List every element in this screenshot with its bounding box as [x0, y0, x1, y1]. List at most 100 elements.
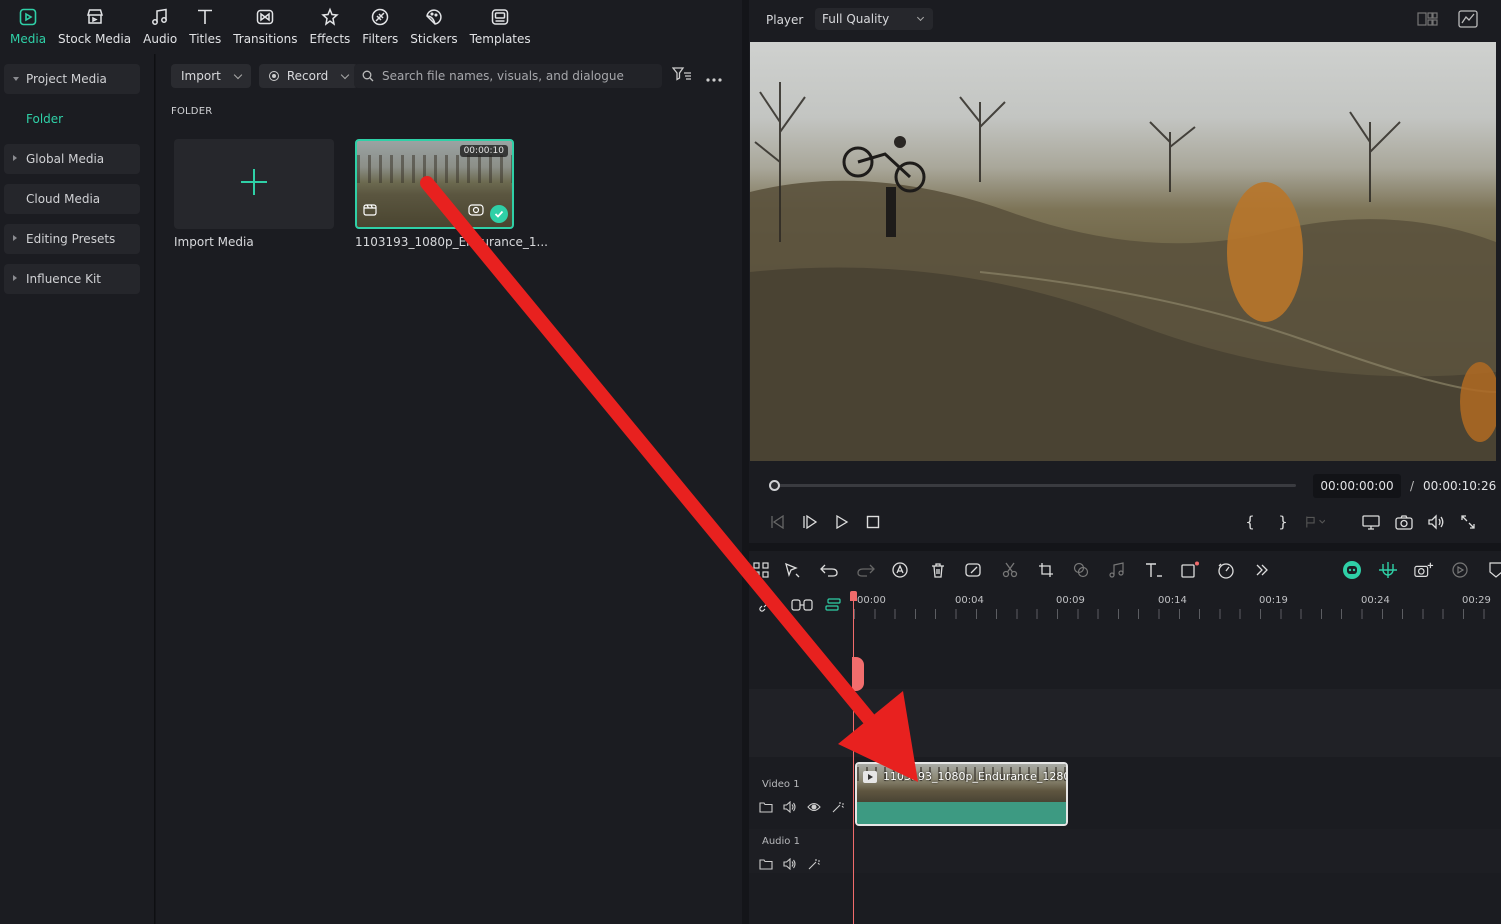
- stop-icon[interactable]: [863, 512, 883, 532]
- video-preview[interactable]: [750, 42, 1496, 461]
- playback-scrubber[interactable]: [769, 480, 1296, 491]
- tab-media[interactable]: Media: [4, 0, 52, 46]
- undo-icon[interactable]: [819, 560, 839, 580]
- play-icon[interactable]: [832, 512, 852, 532]
- snapshot-camera-icon[interactable]: [1394, 512, 1414, 532]
- media-sidebar: Project Media Folder Global Media Cloud …: [0, 54, 155, 924]
- timeline-ruler[interactable]: 00:00 00:04 00:09 00:14 00:19 00:24 00:2…: [749, 589, 1501, 619]
- clip-audio-waveform: [857, 802, 1066, 824]
- sidebar-item-label: Cloud Media: [26, 192, 101, 206]
- marker-icon[interactable]: [1305, 512, 1325, 532]
- player-header: Player Full Quality: [749, 0, 1501, 40]
- layout-grid-icon[interactable]: [751, 560, 771, 580]
- next-frame-icon[interactable]: [800, 512, 820, 532]
- tab-transitions-label: Transitions: [233, 32, 298, 46]
- filter-sort-icon[interactable]: [671, 66, 692, 86]
- scopes-icon[interactable]: [1458, 10, 1478, 32]
- tab-audio[interactable]: Audio: [137, 0, 183, 46]
- mark-out-icon[interactable]: }: [1273, 512, 1293, 532]
- video-type-icon: [363, 202, 377, 221]
- grid-layout-icon[interactable]: [1417, 11, 1439, 31]
- sidebar-item-project-media[interactable]: Project Media: [4, 64, 140, 94]
- sidebar-item-global-media[interactable]: Global Media: [4, 144, 140, 174]
- volume-icon[interactable]: [1426, 512, 1446, 532]
- scrubber-handle[interactable]: [769, 480, 780, 491]
- display-screen-icon[interactable]: [1361, 512, 1381, 532]
- track-volume-icon[interactable]: [783, 855, 797, 874]
- more-options-icon[interactable]: [706, 67, 722, 86]
- import-media-card[interactable]: [174, 139, 334, 229]
- sidebar-item-folder[interactable]: Folder: [4, 104, 140, 134]
- chevron-down-icon: [341, 70, 350, 79]
- audio-track-area[interactable]: [749, 829, 1501, 873]
- video-track-controls: [759, 798, 845, 817]
- transitions-icon: [254, 6, 276, 28]
- shape-mask-icon[interactable]: [1180, 560, 1200, 580]
- playhead-marker[interactable]: [852, 657, 864, 691]
- scissors-icon[interactable]: [1000, 560, 1020, 580]
- tab-titles[interactable]: Titles: [183, 0, 227, 46]
- media-library: Import Record FOLDER: [156, 54, 742, 924]
- record-dropdown-button[interactable]: Record: [258, 64, 359, 88]
- audio-detect-icon: [468, 202, 484, 221]
- audio-stretch-icon[interactable]: [1107, 560, 1127, 580]
- magic-wand-icon[interactable]: [831, 798, 845, 817]
- crop-icon[interactable]: [1036, 560, 1056, 580]
- sidebar-item-editing-presets[interactable]: Editing Presets: [4, 224, 140, 254]
- magnet-snap-icon[interactable]: [1378, 560, 1398, 580]
- import-dropdown-button[interactable]: Import: [171, 64, 251, 88]
- filters-icon: [369, 6, 391, 28]
- redo-icon[interactable]: [856, 560, 876, 580]
- tab-effects[interactable]: Effects: [304, 0, 357, 46]
- tab-stickers[interactable]: Stickers: [404, 0, 463, 46]
- playhead-handle[interactable]: [850, 591, 857, 601]
- speed-timer-icon[interactable]: [1216, 560, 1236, 580]
- tab-templates[interactable]: Templates: [464, 0, 537, 46]
- ai-tools-icon[interactable]: [891, 560, 911, 580]
- folder-lock-icon[interactable]: [759, 798, 773, 817]
- more-tools-chevron-icon[interactable]: [1252, 560, 1272, 580]
- magic-wand-icon[interactable]: [807, 855, 821, 874]
- import-media-label: Import Media: [174, 235, 254, 249]
- tab-stock-media[interactable]: Stock Media: [52, 0, 137, 46]
- timeline-clip-name: 1103193_1080p_Endurance_1280x...: [883, 770, 1068, 783]
- fullscreen-icon[interactable]: [1458, 512, 1478, 532]
- current-timecode[interactable]: 00:00:00:00: [1313, 474, 1401, 498]
- ruler-tick-label: 00:24: [1361, 595, 1390, 606]
- media-clip-thumbnail[interactable]: 00:00:10: [355, 139, 514, 229]
- text-tool-icon[interactable]: [1144, 560, 1164, 580]
- empty-track-area[interactable]: [749, 689, 1501, 757]
- mark-in-icon[interactable]: {: [1240, 512, 1260, 532]
- stock-media-icon: [84, 6, 106, 28]
- delete-trash-icon[interactable]: [928, 560, 948, 580]
- ruler-tick-label: 00:29: [1462, 595, 1491, 606]
- tab-filters[interactable]: Filters: [356, 0, 404, 46]
- link-icon[interactable]: [759, 597, 773, 616]
- track-volume-icon[interactable]: [783, 798, 797, 817]
- caret-down-icon: [13, 77, 19, 81]
- search-input[interactable]: [382, 69, 652, 83]
- check-icon: [490, 205, 508, 223]
- timeline-video-clip[interactable]: 1103193_1080p_Endurance_1280x...: [855, 762, 1068, 826]
- quality-dropdown[interactable]: Full Quality: [815, 8, 933, 30]
- import-button-label: Import: [181, 69, 221, 83]
- folder-lock-icon[interactable]: [759, 855, 773, 874]
- sidebar-item-influence-kit[interactable]: Influence Kit: [4, 264, 140, 294]
- add-track-icon[interactable]: [791, 597, 813, 616]
- color-match-icon[interactable]: [1071, 560, 1091, 580]
- clip-thumbnail-image: [357, 155, 512, 183]
- ai-assistant-icon[interactable]: [1342, 560, 1362, 580]
- edit-clip-icon[interactable]: [964, 560, 984, 580]
- playhead-line[interactable]: [853, 591, 854, 924]
- select-pointer-icon[interactable]: [783, 560, 803, 580]
- previous-frame-icon[interactable]: [767, 512, 787, 532]
- tab-transitions[interactable]: Transitions: [227, 0, 303, 46]
- render-preview-icon[interactable]: [1450, 560, 1470, 580]
- chevron-down-icon: [916, 13, 925, 22]
- track-manager-icon[interactable]: [825, 597, 841, 616]
- sidebar-item-cloud-media[interactable]: Cloud Media: [4, 184, 140, 214]
- shield-icon[interactable]: [1486, 560, 1501, 580]
- ruler-tick-label: 00:04: [955, 595, 984, 606]
- auto-ripple-icon[interactable]: [1414, 560, 1434, 580]
- eye-visibility-icon[interactable]: [807, 798, 821, 817]
